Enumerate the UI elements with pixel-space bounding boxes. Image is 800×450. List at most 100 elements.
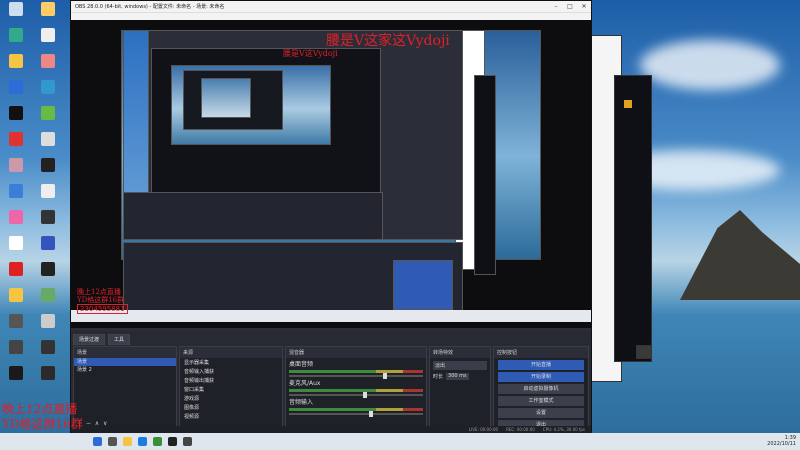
app-icon [41, 314, 55, 328]
background-window [614, 75, 652, 362]
app-icon [9, 132, 23, 146]
app-icon [9, 366, 23, 380]
app-icon [41, 80, 55, 94]
folder-icon [9, 288, 23, 302]
app-icon [41, 366, 55, 380]
app-icon [9, 340, 23, 354]
app-icon [41, 106, 55, 120]
studio-mode-button[interactable]: 工作室模式 [498, 396, 584, 406]
window-titlebar: OBS 28.0.0 (64-bit, windows) - 配置文件: 未命名… [71, 1, 591, 12]
app-icon [41, 2, 55, 16]
start-recording-button[interactable]: 开始录制 [498, 372, 584, 382]
scenes-dock: 场景 场景 场景 2 + − ∧ ∨ [73, 346, 177, 430]
source-row[interactable]: 音频输出捕获 [180, 376, 282, 385]
app-icon [41, 184, 55, 198]
app-icon [41, 132, 55, 146]
app-icon [9, 236, 23, 250]
app-icon [9, 210, 23, 224]
overlay-small-lines: 晚上12点直播 YD格这群16群 2304595881 [77, 288, 128, 314]
window-badge [624, 100, 632, 108]
overlay-number: 2304595881 [77, 304, 128, 314]
scene-item[interactable]: 场景 2 [74, 366, 176, 374]
maximize-button[interactable]: □ [563, 3, 577, 10]
transition-select[interactable]: 淡出 [433, 361, 487, 370]
app-icon[interactable] [153, 437, 162, 446]
source-row[interactable]: 窗口采集 [180, 385, 282, 394]
tab-transitions[interactable]: 场景过渡 [73, 334, 106, 345]
edge-icon[interactable] [138, 437, 147, 446]
source-name: 音频输出捕获 [184, 378, 215, 384]
preview-canvas[interactable]: 腰是V这家这Vydoji 腰是V这Vydoji 晚上12点直播 YD格这群16群… [71, 20, 591, 328]
desktop-icon[interactable] [34, 366, 62, 396]
channel-name: 麦克风/Aux [289, 380, 321, 387]
volume-meter [289, 408, 423, 411]
overlay-group-text: YD格这群16群 [2, 417, 83, 431]
overlay-small-text: 腰是V这Vydoji [283, 49, 338, 58]
app-icon [41, 236, 55, 250]
system-clock[interactable]: 1:39 2022/10/11 [767, 435, 796, 447]
volume-meter [289, 389, 423, 392]
source-name: 显示器采集 [184, 360, 210, 366]
slider-knob[interactable] [382, 373, 387, 379]
app-icon [41, 158, 55, 172]
mixer-channel: 音频输入 [286, 396, 426, 417]
file-explorer-icon[interactable] [123, 437, 132, 446]
nested-capture [201, 78, 251, 118]
channel-name: 音频输入 [289, 399, 314, 406]
source-row[interactable]: 游戏源 [180, 394, 282, 403]
duration-label: 时长 [433, 374, 444, 380]
overlay-line: YD格这群16群 [77, 296, 125, 304]
docks-area: 场景过渡 工具 场景 场景 场景 2 + − ∧ ∨ 来源 显示器采集 音频输入… [71, 331, 591, 433]
obs-icon[interactable] [168, 437, 177, 446]
app-icon [9, 184, 23, 198]
sources-dock: 来源 显示器采集 音频输入捕获 音频输出捕获 窗口采集 游戏源 图像源 视频源 [179, 346, 283, 430]
window-badge [636, 345, 652, 359]
volume-slider[interactable] [289, 411, 423, 417]
nested-controls [393, 260, 453, 310]
folder-icon [9, 54, 23, 68]
start-streaming-button[interactable]: 开始直播 [498, 360, 584, 370]
tab-tools[interactable]: 工具 [108, 334, 131, 345]
slider-knob[interactable] [369, 411, 374, 417]
nested-docks [123, 192, 383, 240]
app-icon [9, 2, 23, 16]
start-icon[interactable] [93, 437, 102, 446]
app-icon [41, 340, 55, 354]
overlay-top-text: 腰是V这家这Vydoji [326, 33, 450, 49]
desktop-icons [0, 0, 70, 430]
scenes-title: 场景 [74, 347, 176, 358]
clock-date: 2022/10/11 [767, 441, 796, 447]
app-icon [41, 28, 55, 42]
source-row[interactable]: 音频输入捕获 [180, 367, 282, 376]
app-icon [9, 106, 23, 120]
source-row[interactable]: 显示器采集 [180, 358, 282, 367]
duration-input[interactable]: 300 ms [446, 373, 469, 380]
controls-title: 控制按钮 [494, 347, 588, 358]
source-row[interactable]: 视频源 [180, 412, 282, 421]
app-icon [9, 158, 23, 172]
volume-slider[interactable] [289, 392, 423, 398]
scene-item[interactable]: 场景 [74, 358, 176, 366]
mixer-title: 混音器 [286, 347, 426, 358]
app-icon [9, 80, 23, 94]
app-icon[interactable] [183, 437, 192, 446]
wallpaper-cloud [640, 40, 780, 90]
virtual-camera-button[interactable]: 启动虚拟摄像机 [498, 384, 584, 394]
minimize-button[interactable]: – [549, 3, 563, 10]
source-name: 窗口采集 [184, 387, 205, 393]
close-button[interactable]: ✕ [577, 3, 591, 10]
duration-row: 时长 300 ms [433, 373, 487, 380]
search-icon[interactable] [108, 437, 117, 446]
volume-slider[interactable] [289, 373, 423, 379]
app-icon [9, 262, 23, 276]
slider-knob[interactable] [362, 392, 367, 398]
mixer-dock: 混音器 桌面音频 麦克风/Aux 音频输入 [285, 346, 427, 430]
controls-dock: 控制按钮 开始直播 开始录制 启动虚拟摄像机 工作室模式 设置 退出 [493, 346, 589, 430]
wallpaper-rock [680, 210, 800, 300]
transitions-dock: 转场特效 淡出 时长 300 ms [429, 346, 491, 430]
mixer-channel: 麦克风/Aux [286, 377, 426, 398]
desktop-icon[interactable] [2, 366, 30, 396]
settings-button[interactable]: 设置 [498, 408, 584, 418]
source-row[interactable]: 图像源 [180, 403, 282, 412]
channel-name: 桌面音频 [289, 361, 314, 368]
